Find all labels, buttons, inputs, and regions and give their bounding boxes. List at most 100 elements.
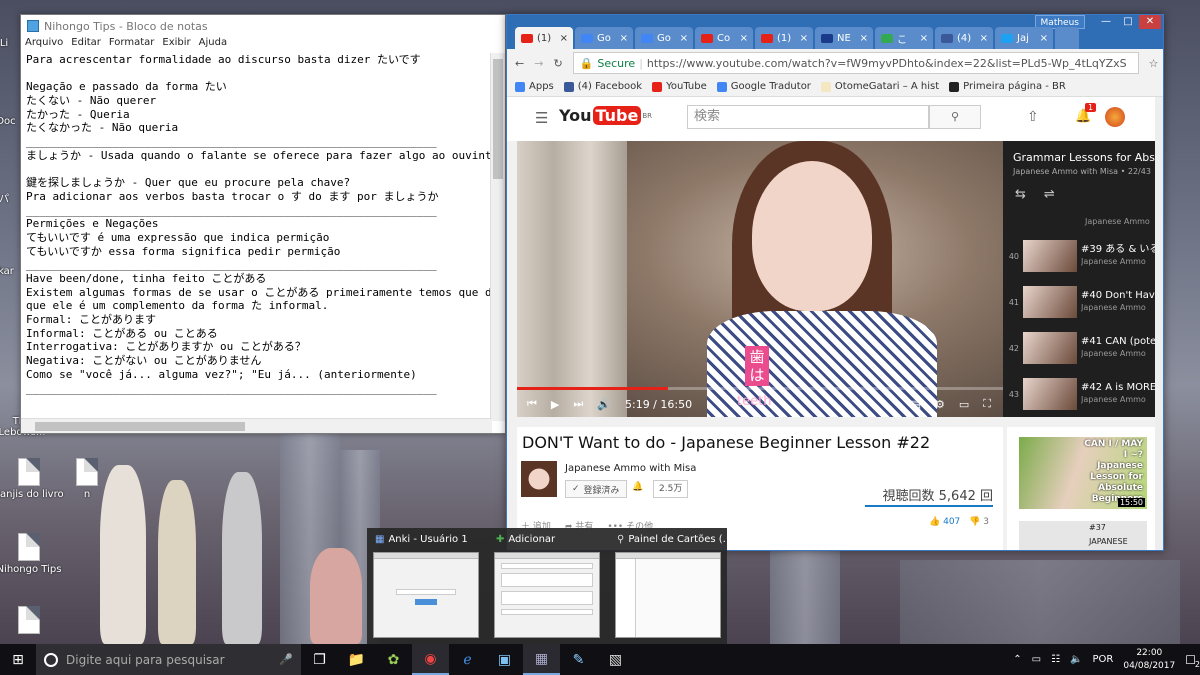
app-window-icon[interactable]: ▣ xyxy=(486,644,523,675)
playlist-item[interactable]: 40 #39 ある & いる have) | Absolu Japanese Amm… xyxy=(1003,233,1163,279)
bookmark-item[interactable]: YouTube xyxy=(652,81,707,92)
video-player[interactable]: 歯 は teeth ⏮ ▶ ⏭ 🔊 5:19 / 16:50 ▤ ⚙ ▭ ⛶ xyxy=(517,141,1003,417)
thumbs-up-icon[interactable]: 👍 xyxy=(929,517,940,527)
browser-tab[interactable]: (1) × xyxy=(515,27,573,49)
notification-bell-icon[interactable]: 🔔 xyxy=(632,482,643,492)
previous-icon[interactable]: ⏮ xyxy=(527,397,537,411)
new-tab-button[interactable] xyxy=(1055,27,1079,49)
tab-close-icon[interactable]: × xyxy=(920,33,928,44)
playlist-title[interactable]: Grammar Lessons for Abso xyxy=(1003,141,1163,164)
desktop-icon-n[interactable]: n xyxy=(52,458,122,500)
action-center-icon[interactable]: ☐ 2 xyxy=(1185,653,1200,669)
browser-tab[interactable]: Go × xyxy=(575,27,633,49)
preview-anki-add[interactable]: ✚ Adicionar xyxy=(488,528,606,644)
fullscreen-icon[interactable]: ⛶ xyxy=(983,397,991,411)
loop-icon[interactable]: ⇆ xyxy=(1015,187,1026,202)
youtube-search-input[interactable]: 検索 xyxy=(687,105,929,129)
shuffle-icon[interactable]: ⇌ xyxy=(1044,187,1055,202)
preview-anki-browse[interactable]: ⚲ Painel de Cartões (... xyxy=(609,528,727,644)
desktop-icon-edge[interactable]: Doc xyxy=(0,116,18,127)
tab-close-icon[interactable]: × xyxy=(980,33,988,44)
play-icon[interactable]: ▶ xyxy=(551,398,559,411)
close-icon[interactable]: ✕ xyxy=(1139,15,1161,29)
input-language[interactable]: POR xyxy=(1093,654,1114,665)
reload-icon[interactable]: ↻ xyxy=(553,57,562,70)
avatar[interactable] xyxy=(1105,107,1125,127)
settings-icon[interactable]: ⚙ xyxy=(935,398,945,411)
notepad-vertical-scrollbar[interactable] xyxy=(490,53,505,421)
youtube-logo[interactable]: You Tube BR xyxy=(559,106,652,125)
bookmark-item[interactable]: Primeira página - BR xyxy=(949,81,1066,92)
search-icon[interactable]: ⚲ xyxy=(929,105,981,129)
menu-icon[interactable]: ☰ xyxy=(535,109,548,127)
desktop-icon-edge[interactable]: kar xyxy=(0,266,18,277)
playlist-item[interactable]: 41 #40 Don't Have | JAPANESE G Japanese Am… xyxy=(1003,279,1163,325)
related-video-thumbnail[interactable]: CAN I / MAY I ~? Japanese Lesson for Abs… xyxy=(1019,437,1147,509)
browser-tab[interactable]: NE × xyxy=(815,27,873,49)
bookmark-item[interactable]: Google Tradutor xyxy=(716,81,811,92)
minimize-icon[interactable]: — xyxy=(1095,15,1117,29)
file-explorer-icon[interactable]: 📁 xyxy=(338,644,375,675)
wifi-icon[interactable]: ☷ xyxy=(1051,654,1060,665)
desktop-icon-edge[interactable]: パ xyxy=(0,190,14,205)
menu-arquivo[interactable]: Arquivo xyxy=(25,37,63,52)
scrollbar-thumb[interactable] xyxy=(35,422,245,431)
microphone-icon[interactable]: 🎤 xyxy=(279,653,293,666)
thumbs-down-icon[interactable]: 👎 xyxy=(969,517,980,527)
taskbar-search-input[interactable]: Digite aqui para pesquisar 🎤 xyxy=(36,644,301,675)
clock[interactable]: 22:00 04/08/2017 xyxy=(1123,647,1175,673)
browser-tab[interactable]: Go × xyxy=(635,27,693,49)
notepad-titlebar[interactable]: Nihongo Tips - Bloco de notas xyxy=(21,15,505,37)
chrome-window[interactable]: Matheus — □ ✕ (1) × Go × Go × Co × (1) × NE × こ × (4) ×… xyxy=(506,14,1164,551)
windows-start-icon[interactable]: ⊞ xyxy=(0,644,36,675)
calculator-icon[interactable]: ▧ xyxy=(597,644,634,675)
captions-icon[interactable]: ▤ xyxy=(911,398,921,411)
theater-mode-icon[interactable]: ▭ xyxy=(959,398,969,411)
tab-close-icon[interactable]: × xyxy=(860,33,868,44)
browser-tab[interactable]: こ × xyxy=(875,27,933,49)
subscribe-button[interactable]: ✓ 登録済み xyxy=(565,480,627,498)
related-video-next[interactable]: #37 JAPANESE LESSON xyxy=(1019,521,1147,550)
page-scrollbar[interactable] xyxy=(1155,97,1163,550)
menu-editar[interactable]: Editar xyxy=(71,37,101,52)
channel-name[interactable]: Japanese Ammo with Misa xyxy=(565,463,696,474)
address-bar[interactable]: 🔒 Secure | https://www.youtube.com/watch… xyxy=(572,52,1139,74)
tab-close-icon[interactable]: × xyxy=(560,33,568,44)
volume-icon[interactable]: 🔈 xyxy=(1070,654,1082,665)
next-icon[interactable]: ⏭ xyxy=(573,397,583,411)
notepad-horizontal-scrollbar[interactable] xyxy=(21,418,492,433)
bookmark-item[interactable]: (4) Facebook xyxy=(563,81,642,92)
browser-tab[interactable]: Co × xyxy=(695,27,753,49)
tab-close-icon[interactable]: × xyxy=(1040,33,1048,44)
app-pin-icon[interactable]: ✿ xyxy=(375,644,412,675)
tab-close-icon[interactable]: × xyxy=(740,33,748,44)
volume-icon[interactable]: 🔊 xyxy=(597,398,611,411)
notepad-window[interactable]: Nihongo Tips - Bloco de notas Arquivo Ed… xyxy=(20,14,506,434)
menu-formatar[interactable]: Formatar xyxy=(109,37,154,52)
playlist-item[interactable]: 43 #42 A is MORE (comparison) | Japanese A… xyxy=(1003,371,1163,417)
desktop-icon-file[interactable] xyxy=(0,606,64,637)
edge-icon[interactable]: ℯ xyxy=(449,644,486,675)
tab-close-icon[interactable]: × xyxy=(620,33,628,44)
scrollbar-thumb[interactable] xyxy=(493,59,503,179)
tab-close-icon[interactable]: × xyxy=(800,33,808,44)
anki-taskbar-icon[interactable]: ▦ xyxy=(523,644,560,675)
chrome-taskbar-icon[interactable]: ◉ xyxy=(412,644,449,675)
menu-ajuda[interactable]: Ajuda xyxy=(199,37,227,52)
desktop-icon-edge[interactable]: Li xyxy=(0,38,14,49)
browser-tab[interactable]: Jaj × xyxy=(995,27,1053,49)
forward-arrow-icon[interactable]: → xyxy=(534,57,543,70)
tab-close-icon[interactable]: × xyxy=(680,33,688,44)
desktop-icon-nihongo-tips[interactable]: Nihongo Tips xyxy=(0,533,64,575)
back-arrow-icon[interactable]: ← xyxy=(515,57,524,70)
battery-icon[interactable]: ▭ xyxy=(1032,654,1041,665)
chevron-up-icon[interactable]: ⌃ xyxy=(1013,654,1021,665)
bookmark-item[interactable]: OtomeGatari – A hist xyxy=(820,81,939,92)
browser-tab[interactable]: (1) × xyxy=(755,27,813,49)
channel-avatar[interactable] xyxy=(521,461,557,497)
bookmark-item[interactable]: Apps xyxy=(515,81,554,92)
video-progress-bar[interactable] xyxy=(517,387,1003,390)
playlist-item[interactable]: 42 #41 CAN (pote ができる) | J Japanese Ammo xyxy=(1003,325,1163,371)
maximize-icon[interactable]: □ xyxy=(1117,15,1139,29)
preview-anki-main[interactable]: ▦ Anki - Usuário 1 xyxy=(367,528,485,644)
